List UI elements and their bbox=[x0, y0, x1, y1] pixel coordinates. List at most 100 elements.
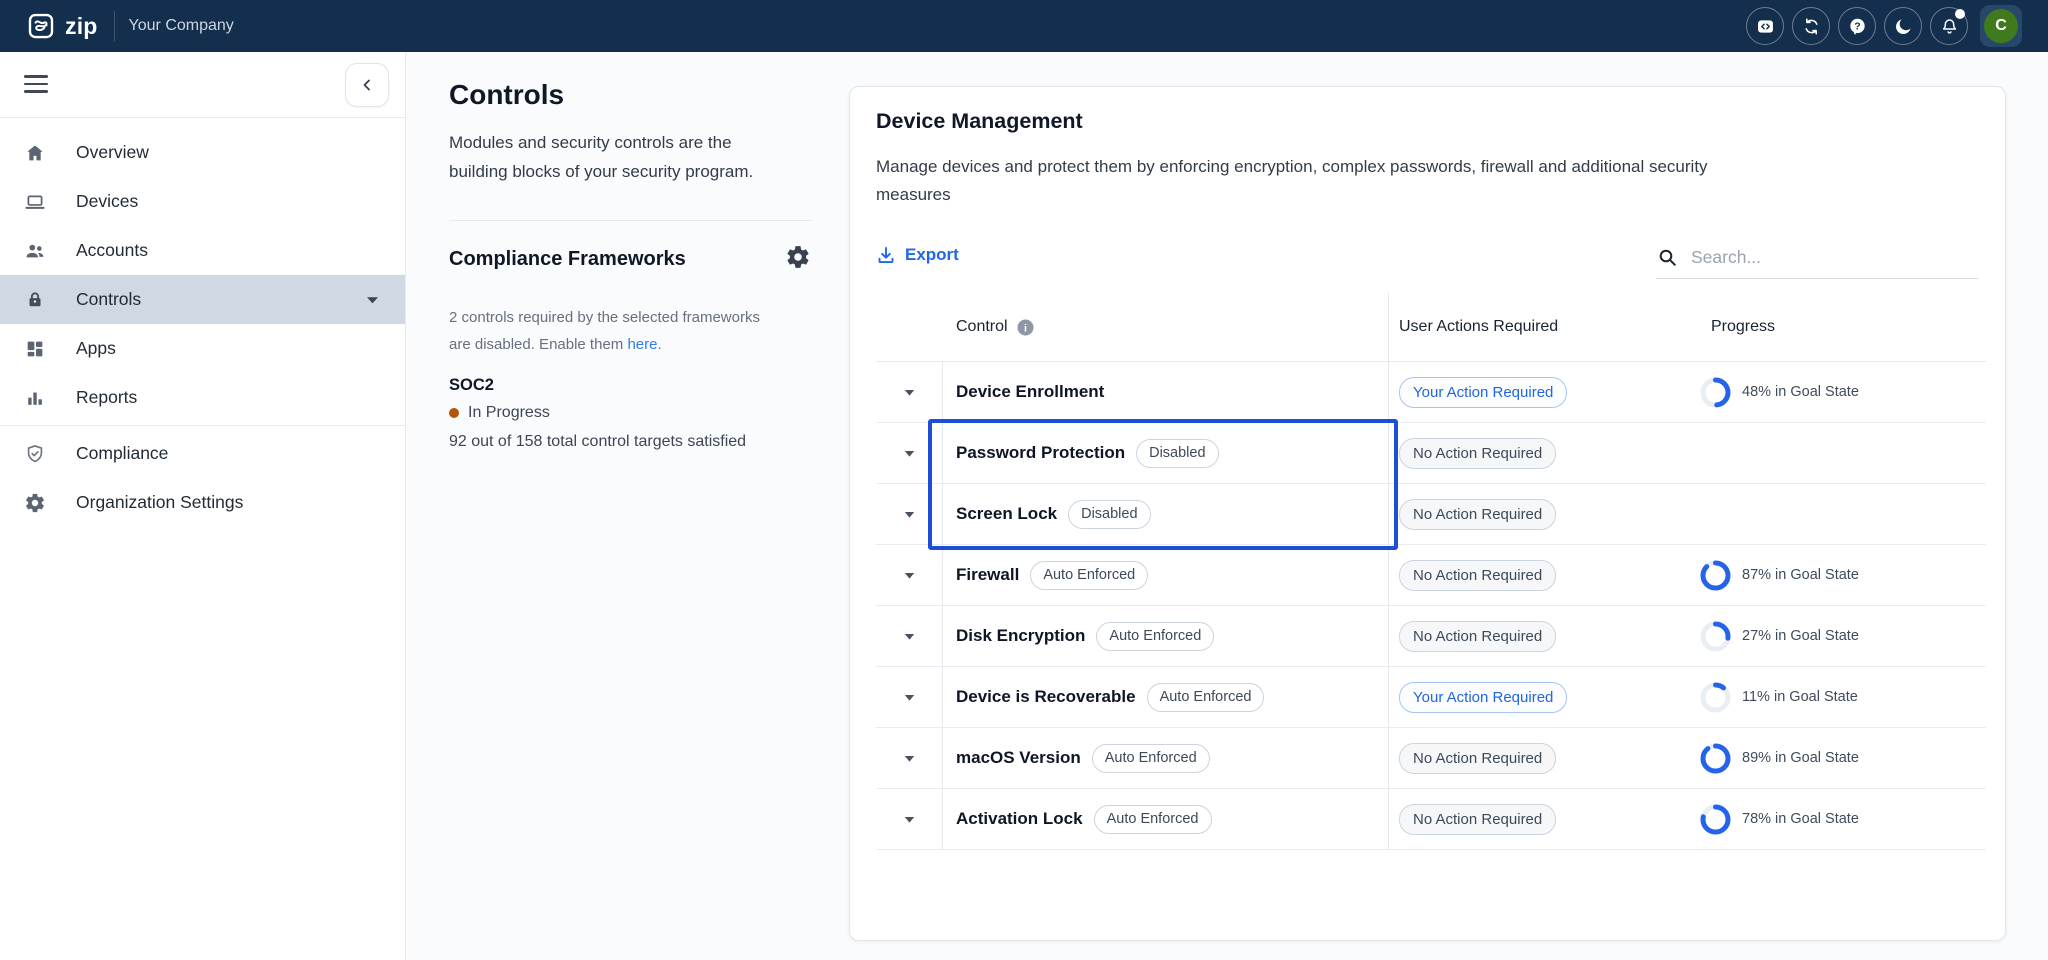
sidebar-item-devices[interactable]: Devices bbox=[0, 177, 405, 226]
sidebar-divider bbox=[0, 425, 405, 426]
table-row-screen-lock[interactable]: Screen LockDisabledNo Action Required bbox=[876, 484, 1986, 545]
divider bbox=[449, 220, 811, 221]
column-header-control: Control bbox=[956, 318, 1008, 336]
sidebar-nav: Overview Devices Accounts Controls AppsRepor… bbox=[0, 128, 405, 527]
table-row-disk-encryption[interactable]: Disk EncryptionAuto EnforcedNo Action Re… bbox=[876, 606, 1986, 667]
chevron-down-icon bbox=[904, 450, 915, 457]
user-action-badge: No Action Required bbox=[1399, 438, 1556, 469]
sidebar-divider bbox=[0, 117, 405, 118]
controls-panel: Controls Modules and security controls a… bbox=[449, 78, 821, 457]
search-input[interactable] bbox=[1689, 246, 1976, 269]
export-button[interactable]: Export bbox=[876, 245, 959, 265]
table-row-password-protection[interactable]: Password ProtectionDisabledNo Action Req… bbox=[876, 423, 1986, 484]
chevron-left-icon bbox=[359, 77, 375, 93]
avatar[interactable]: C bbox=[1980, 5, 2022, 47]
shield-check-icon bbox=[24, 443, 46, 465]
chevron-down-icon bbox=[904, 694, 915, 701]
chevron-down-icon bbox=[366, 296, 379, 304]
progress-donut bbox=[1700, 621, 1731, 652]
frameworks-notice: 2 controls required by the selected fram… bbox=[449, 304, 761, 358]
framework-name: SOC2 bbox=[449, 376, 821, 395]
sidebar-item-label: Overview bbox=[76, 142, 149, 163]
column-divider bbox=[942, 361, 943, 849]
expand-row-button[interactable] bbox=[900, 568, 919, 583]
progress-donut bbox=[1700, 682, 1731, 713]
user-action-badge: No Action Required bbox=[1399, 743, 1556, 774]
app-window: zip Your Company ? C bbox=[0, 0, 2048, 960]
progress-text: 78% in Goal State bbox=[1742, 811, 1859, 827]
expand-row-button[interactable] bbox=[900, 751, 919, 766]
control-state-badge: Disabled bbox=[1068, 500, 1150, 529]
zip-logo-icon bbox=[26, 11, 56, 41]
progress-donut bbox=[1700, 804, 1731, 835]
people-icon bbox=[24, 240, 46, 262]
gear-icon bbox=[24, 492, 46, 514]
control-name: Password Protection bbox=[956, 443, 1125, 463]
app-window-icon[interactable] bbox=[1746, 7, 1784, 45]
progress-donut bbox=[1700, 560, 1731, 591]
chevron-down-icon bbox=[904, 389, 915, 396]
table-row-macos-version[interactable]: macOS Version Auto Enforced No Action Requ… bbox=[876, 728, 1986, 789]
framework-progress-text: 92 out of 158 total control targets sati… bbox=[449, 428, 749, 457]
laptop-icon bbox=[24, 191, 46, 213]
enable-here-link[interactable]: here. bbox=[627, 336, 661, 353]
sidebar-item-organization-settings[interactable]: Organization Settings bbox=[0, 478, 405, 527]
column-header-progress: Progress bbox=[1711, 318, 1775, 336]
menu-icon[interactable] bbox=[24, 75, 48, 93]
progress-text: 89% in Goal State bbox=[1742, 750, 1859, 766]
table-row-device-is-recoverable[interactable]: Device is Recoverable Auto Enforced Your A… bbox=[876, 667, 1986, 728]
progress-text: 48% in Goal State bbox=[1742, 384, 1859, 400]
control-name: Device is Recoverable bbox=[956, 687, 1136, 707]
sync-icon[interactable] bbox=[1792, 7, 1830, 45]
zip-logo[interactable]: zip bbox=[26, 11, 98, 41]
sidebar-item-compliance[interactable]: Compliance bbox=[0, 429, 405, 478]
expand-row-button[interactable] bbox=[900, 507, 919, 522]
notifications-icon[interactable] bbox=[1930, 7, 1968, 45]
user-action-badge: Your Action Required bbox=[1399, 377, 1567, 408]
home-icon bbox=[24, 142, 46, 164]
table-row-device-enrollment[interactable]: Device Enrollment Your Action Required 48%… bbox=[876, 362, 1986, 423]
card-title: Device Management bbox=[876, 109, 1083, 134]
table-body: Device Enrollment Your Action Required 48%… bbox=[876, 362, 1986, 850]
control-name: Device Enrollment bbox=[956, 382, 1104, 402]
progress-text: 27% in Goal State bbox=[1742, 628, 1859, 644]
sidebar-item-label: Organization Settings bbox=[76, 492, 243, 513]
search-icon bbox=[1658, 248, 1677, 267]
search-field bbox=[1656, 237, 1978, 279]
sidebar-item-accounts[interactable]: Accounts bbox=[0, 226, 405, 275]
status-dot bbox=[449, 408, 459, 418]
control-name: macOS Version bbox=[956, 748, 1081, 768]
expand-row-button[interactable] bbox=[900, 690, 919, 705]
control-name: Activation Lock bbox=[956, 809, 1083, 829]
collapse-sidebar-button[interactable] bbox=[345, 63, 389, 107]
expand-row-button[interactable] bbox=[900, 385, 919, 400]
info-icon[interactable]: i bbox=[1017, 319, 1034, 336]
control-state-badge: Auto Enforced bbox=[1096, 622, 1214, 651]
controls-table: Control i User Actions Required Progress… bbox=[876, 293, 1986, 850]
notification-dot bbox=[1955, 9, 1965, 19]
page-description: Modules and security controls are the bu… bbox=[449, 129, 757, 186]
sidebar-item-controls[interactable]: Controls bbox=[0, 275, 405, 324]
expand-row-button[interactable] bbox=[900, 446, 919, 461]
user-action-badge: Your Action Required bbox=[1399, 682, 1567, 713]
control-state-badge: Auto Enforced bbox=[1092, 744, 1210, 773]
sidebar-item-label: Controls bbox=[76, 289, 141, 310]
table-row-firewall[interactable]: FirewallAuto EnforcedNo Action Required8… bbox=[876, 545, 1986, 606]
sidebar-item-apps[interactable]: Apps bbox=[0, 324, 405, 373]
table-row-activation-lock[interactable]: Activation LockAuto EnforcedNo Action Re… bbox=[876, 789, 1986, 850]
chevron-down-icon bbox=[904, 755, 915, 762]
control-state-badge: Auto Enforced bbox=[1147, 683, 1265, 712]
expand-row-button[interactable] bbox=[900, 629, 919, 644]
help-icon[interactable]: ? bbox=[1838, 7, 1876, 45]
sidebar-item-reports[interactable]: Reports bbox=[0, 373, 405, 422]
frameworks-settings-gear-icon[interactable] bbox=[785, 244, 811, 275]
sidebar-item-overview[interactable]: Overview bbox=[0, 128, 405, 177]
sidebar-item-label: Accounts bbox=[76, 240, 148, 261]
dark-mode-icon[interactable] bbox=[1884, 7, 1922, 45]
column-header-user-actions: User Actions Required bbox=[1399, 318, 1558, 335]
company-name: Your Company bbox=[129, 17, 234, 35]
frameworks-heading: Compliance Frameworks bbox=[449, 248, 686, 271]
chevron-down-icon bbox=[904, 633, 915, 640]
sidebar-item-label: Compliance bbox=[76, 443, 168, 464]
expand-row-button[interactable] bbox=[900, 812, 919, 827]
